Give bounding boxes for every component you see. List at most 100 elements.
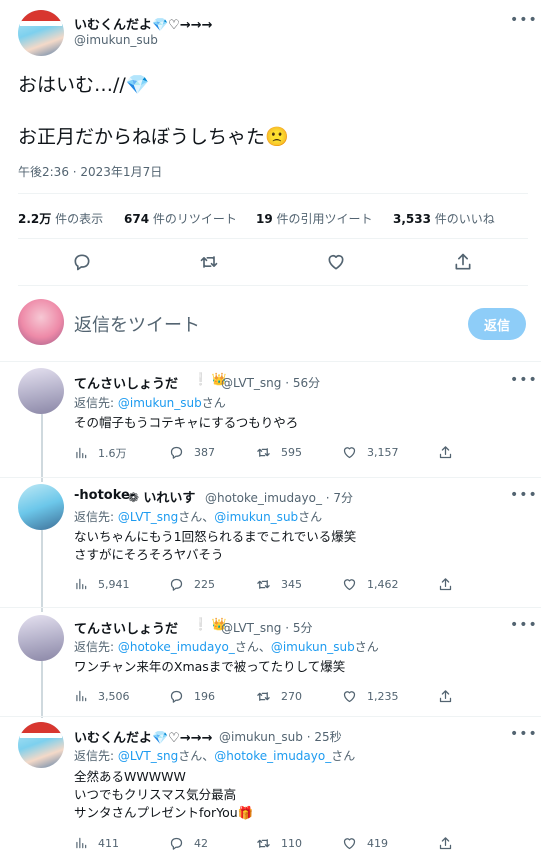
mention-link[interactable]: @LVT_sng xyxy=(118,510,178,524)
reply-handle-time[interactable]: @hotoke_imudayo_ · 7分 xyxy=(205,489,353,506)
reply-button[interactable]: 225 xyxy=(169,577,215,592)
reply-author-name[interactable]: -hotoke- xyxy=(74,488,135,503)
thread-line xyxy=(41,530,43,612)
retweet-icon xyxy=(256,836,271,851)
retweets-count: 674 xyxy=(124,212,150,226)
likes-count: 3,533 xyxy=(393,212,431,226)
mention-link[interactable]: @imukun_sub xyxy=(271,640,355,654)
more-icon[interactable]: ••• xyxy=(510,617,538,633)
like-count: 3,157 xyxy=(367,446,399,459)
retweet-button[interactable]: 595 xyxy=(256,445,302,460)
reply-count: 225 xyxy=(194,578,215,591)
views-stat[interactable]: 2.2万 件の表示 xyxy=(18,210,103,227)
retweet-button[interactable]: 345 xyxy=(256,577,302,592)
reply-to-line: 返信先: @LVT_sngさん、@imukun_subさん xyxy=(74,508,322,525)
like-button[interactable]: 3,157 xyxy=(342,445,399,460)
reply-count: 42 xyxy=(194,837,208,850)
reply-to-prefix: 返信先: xyxy=(74,396,118,410)
like-icon xyxy=(342,689,357,704)
reply-handle-time[interactable]: @LVT_sng · 5分 xyxy=(221,619,312,636)
reply-button[interactable]: 196 xyxy=(169,689,215,704)
more-icon[interactable]: ••• xyxy=(510,487,538,503)
share-icon[interactable] xyxy=(438,689,453,704)
reply-icon xyxy=(169,836,184,851)
reply-button[interactable]: 387 xyxy=(169,445,215,460)
author-avatar[interactable] xyxy=(18,10,64,56)
mention-link[interactable]: @imukun_sub xyxy=(214,510,298,524)
quotes-stat[interactable]: 19 件の引用ツイート xyxy=(256,210,373,227)
tweet-timestamp[interactable]: 午後2:36 · 2023年1月7日 xyxy=(18,163,162,180)
reply-icon xyxy=(169,689,184,704)
share-icon[interactable] xyxy=(438,577,453,592)
share-icon[interactable] xyxy=(453,252,473,272)
like-button[interactable]: 1,462 xyxy=(342,577,399,592)
reply-avatar[interactable] xyxy=(18,722,64,768)
reply-author-name[interactable]: いむくんだよ💎♡→→→ xyxy=(74,727,213,746)
views-icon xyxy=(74,446,88,460)
reply-text-line: サンタさんプレゼントforYou🎁 xyxy=(74,805,254,820)
retweet-icon[interactable] xyxy=(199,252,219,272)
reply-text: ないちゃんにもう1回怒られるまでこれでいる爆笑 さすがにそろそろヤバそう xyxy=(74,528,356,564)
quotes-label: 件の引用ツイート xyxy=(276,212,373,226)
views-button[interactable]: 3,506 xyxy=(74,689,130,703)
reply-to-suffix: さん xyxy=(331,749,356,763)
mention-link[interactable]: @imukun_sub xyxy=(118,396,202,410)
retweet-icon xyxy=(256,445,271,460)
views-icon xyxy=(74,689,88,703)
reply-text-line: 全然あるWWWWW xyxy=(74,769,186,784)
like-button[interactable]: 1,235 xyxy=(342,689,399,704)
likes-stat[interactable]: 3,533 件のいいね xyxy=(393,210,495,227)
reply-icon[interactable] xyxy=(72,252,92,272)
reply-text: 全然あるWWWWW いつでもクリスマス気分最高 サンタさんプレゼントforYou… xyxy=(74,768,253,822)
reply-handle-time[interactable]: @LVT_sng · 56分 xyxy=(221,374,320,391)
quotes-count: 19 xyxy=(256,212,273,226)
mention-separator: さん、 xyxy=(234,640,271,654)
share-icon[interactable] xyxy=(438,836,453,851)
like-icon[interactable] xyxy=(326,252,346,272)
reply-input[interactable]: 返信をツイート xyxy=(74,311,200,337)
like-button[interactable]: 419 xyxy=(342,836,388,851)
views-button[interactable]: 411 xyxy=(74,836,119,850)
reply-handle-time[interactable]: @imukun_sub · 25秒 xyxy=(219,728,342,745)
retweets-label: 件のリツイート xyxy=(152,212,237,226)
views-count: 2.2万 xyxy=(18,212,52,226)
reply-icon xyxy=(169,445,184,460)
mention-link[interactable]: @LVT_sng xyxy=(118,749,178,763)
retweets-stat[interactable]: 674 件のリツイート xyxy=(124,210,237,227)
views-count: 3,506 xyxy=(98,689,130,703)
reply-text-line: いつでもクリスマス気分最高 xyxy=(74,787,237,802)
views-count: 1.6万 xyxy=(98,447,127,460)
retweet-button[interactable]: 270 xyxy=(256,689,302,704)
reply-text: その帽子もうコテキャにするつもりやろ xyxy=(74,415,299,430)
mention-link[interactable]: @hotoke_imudayo_ xyxy=(214,749,331,763)
more-icon[interactable]: ••• xyxy=(510,12,538,28)
views-button[interactable]: 5,941 xyxy=(74,577,130,591)
reply-to-suffix: さん xyxy=(201,396,226,410)
retweet-count: 110 xyxy=(281,837,302,850)
more-icon[interactable]: ••• xyxy=(510,726,538,742)
more-icon[interactable]: ••• xyxy=(510,372,538,388)
mention-link[interactable]: @hotoke_imudayo_ xyxy=(118,640,235,654)
reply-button[interactable]: 返信 xyxy=(468,308,526,340)
reply-author-name[interactable]: てんさいしょうだ xyxy=(74,373,178,392)
views-count: 5,941 xyxy=(98,577,130,591)
views-icon xyxy=(74,836,88,850)
reply-button[interactable]: 42 xyxy=(169,836,208,851)
reply-text: ワンチャン来年のXmasまで被ってたりして爆笑 xyxy=(74,659,346,674)
thread-line xyxy=(41,414,43,482)
reply-author-name[interactable]: てんさいしょうだ xyxy=(74,618,178,637)
reply-avatar[interactable] xyxy=(18,484,64,530)
tweet-text-line-2: お正月だからねぼうしちゃた🙁 xyxy=(18,126,289,148)
like-count: 419 xyxy=(367,837,388,850)
retweet-button[interactable]: 110 xyxy=(256,836,302,851)
views-button[interactable]: 1.6万 xyxy=(74,445,127,461)
thread-line xyxy=(41,661,43,718)
author-name[interactable]: いむくんだよ💎♡→→→ xyxy=(74,14,213,33)
reply-count: 196 xyxy=(194,690,215,703)
reply-text-line: ないちゃんにもう1回怒られるまでこれでいる爆笑 xyxy=(74,529,357,544)
views-count: 411 xyxy=(98,836,119,850)
reply-avatar[interactable] xyxy=(18,368,64,414)
reply-avatar[interactable] xyxy=(18,615,64,661)
share-icon[interactable] xyxy=(438,445,453,460)
author-handle[interactable]: @imukun_sub xyxy=(74,33,158,47)
